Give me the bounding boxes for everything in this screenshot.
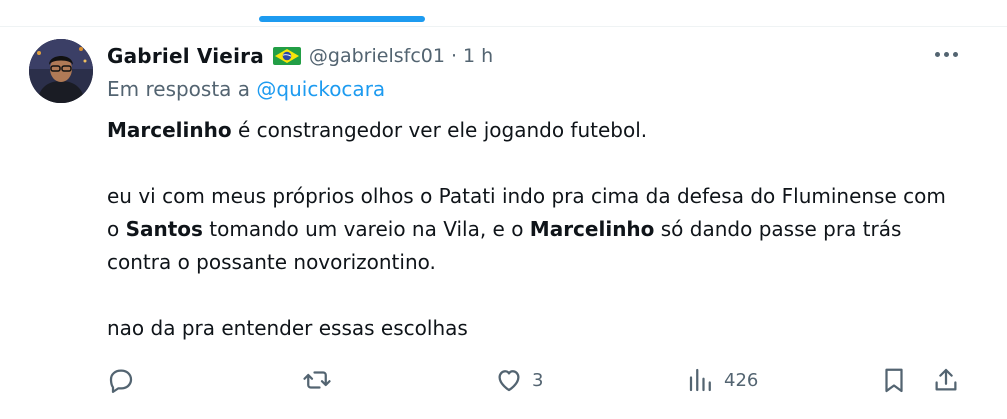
bookmark-button[interactable] — [879, 362, 909, 398]
brazil-flag-icon — [272, 47, 301, 65]
reply-context: Em resposta a @quickocara — [107, 77, 385, 101]
tweet-paragraph: eu vi com meus próprios olhos o Patati i… — [107, 180, 957, 279]
bold-text-segment: Santos — [125, 217, 203, 241]
bookmark-icon — [879, 365, 909, 395]
reply-mention-link[interactable]: @quickocara — [256, 77, 385, 101]
share-icon — [931, 365, 961, 395]
text-segment: tomando um vareio na Vila, e o — [202, 217, 530, 241]
like-button[interactable]: 3 — [494, 362, 543, 398]
tweet-text: Marcelinho é constrangedor ver ele jogan… — [107, 114, 957, 345]
avatar[interactable] — [29, 39, 93, 103]
author-handle[interactable]: @gabrielsfc01 — [309, 45, 445, 67]
bold-text-segment: Marcelinho — [529, 217, 655, 241]
author-name[interactable]: Gabriel Vieira — [107, 44, 264, 68]
bold-text-segment: Marcelinho — [107, 118, 232, 142]
retweet-icon — [302, 365, 332, 395]
reply-icon — [106, 365, 136, 395]
views-button[interactable]: 426 — [686, 362, 758, 398]
reply-button[interactable] — [106, 362, 136, 398]
tweet-header: Gabriel Vieira @gabrielsfc01 · 1 h — [107, 40, 493, 72]
tweet-paragraph: Marcelinho é constrangedor ver ele jogan… — [107, 114, 957, 147]
tab-active-indicator — [259, 16, 425, 22]
more-options-icon[interactable] — [928, 42, 964, 66]
timestamp[interactable]: 1 h — [463, 45, 493, 67]
like-count: 3 — [532, 369, 544, 391]
reply-prefix: Em resposta a — [107, 77, 251, 101]
text-segment: é constrangedor ver ele jogando futebol. — [231, 118, 648, 142]
views-count: 426 — [724, 369, 759, 391]
divider — [0, 26, 1007, 27]
heart-icon — [494, 365, 524, 395]
action-bar: 3 426 — [106, 362, 976, 398]
views-icon — [686, 365, 716, 395]
time-separator: · — [450, 45, 457, 67]
tweet-paragraph: nao da pra entender essas escolhas — [107, 312, 957, 345]
retweet-button[interactable] — [302, 362, 332, 398]
text-segment: nao da pra entender essas escolhas — [107, 316, 468, 340]
share-button[interactable] — [931, 362, 961, 398]
